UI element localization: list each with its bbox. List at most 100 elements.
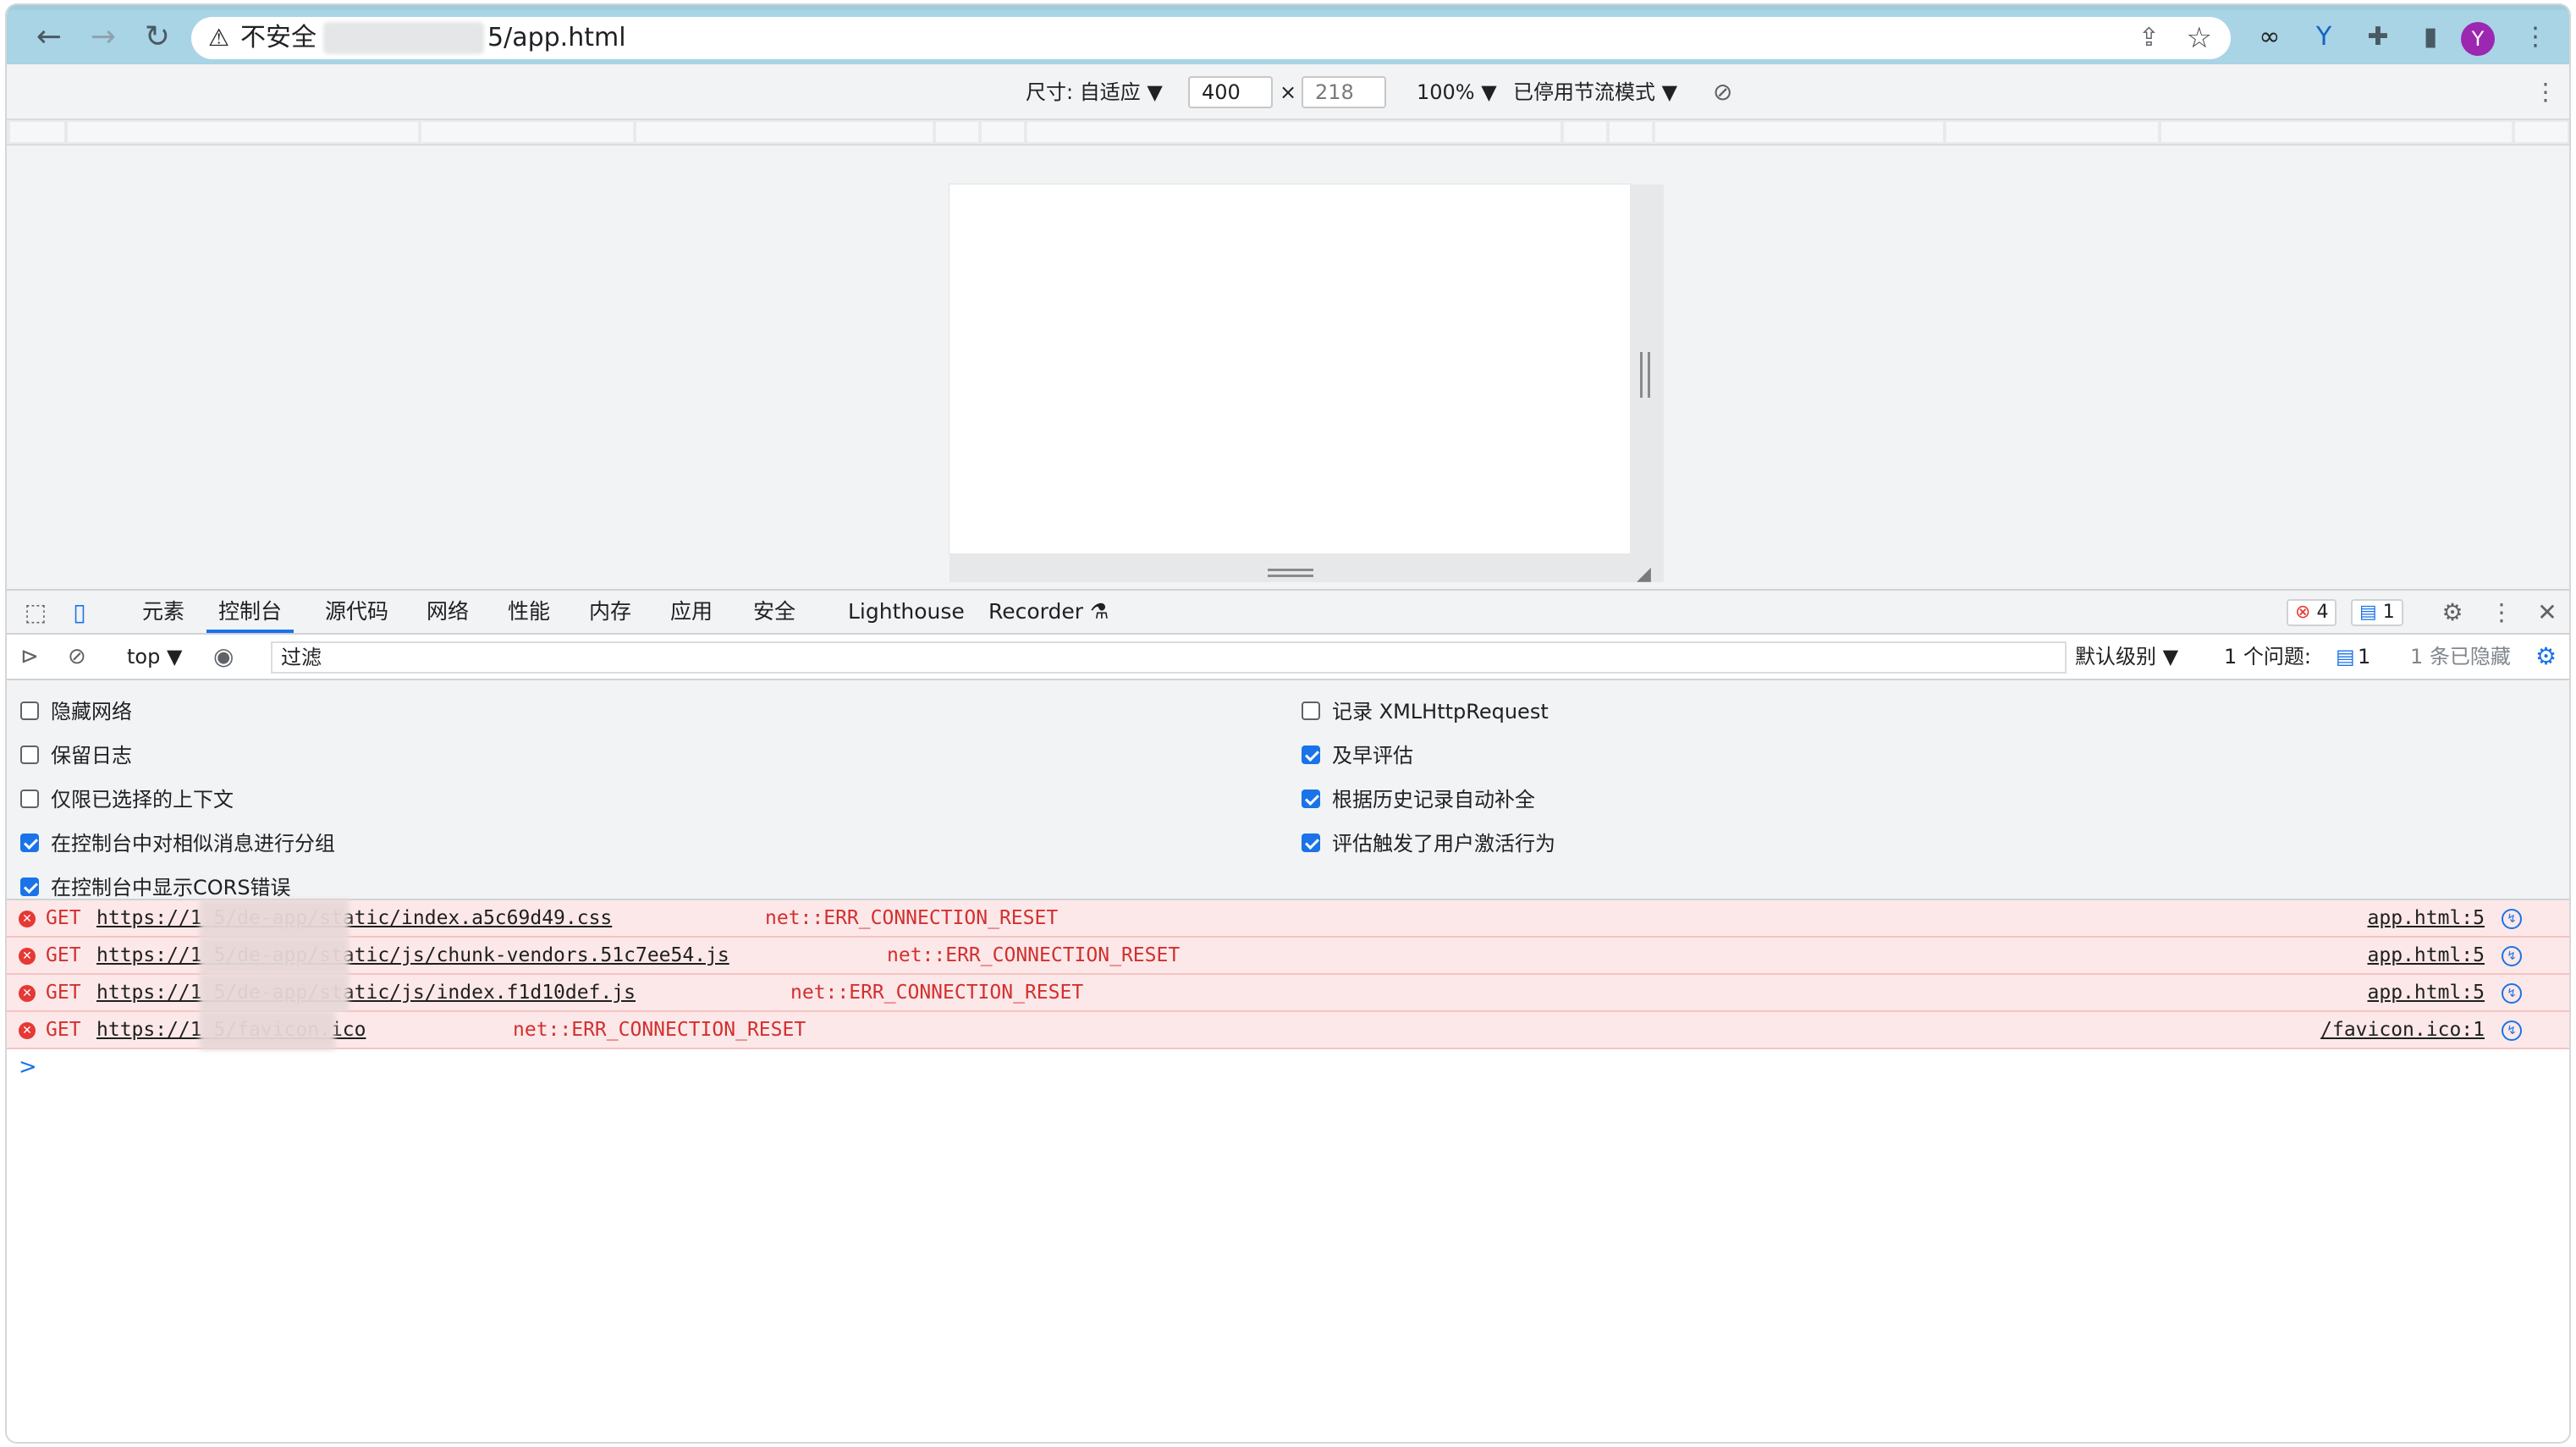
device-toolbar-menu-icon[interactable]: ⋮ [2534,64,2557,120]
checkbox-show-cors-errors[interactable] [20,878,39,896]
console-toolbar: ⊳ ⊘ top ▼ ◉ 过滤 默认级别 ▼ 1 个问题: ▤ 1 1 条已隐藏 … [7,635,2569,680]
zoom-dropdown[interactable]: 100% ▼ [1417,64,1497,120]
context-selector[interactable]: top ▼ [127,635,182,679]
redacted-host [200,937,349,976]
console-error-row: ✕ GET https://1 5/de-app/static/js/index… [7,974,2569,1013]
browser-menu-icon[interactable]: ⋮ [2517,19,2554,56]
live-expression-eye-icon[interactable]: ◉ [213,635,234,679]
console-error-row: ✕ GET https://1 5/de-app/static/index.a5… [7,900,2569,938]
width-input[interactable]: 400 [1188,76,1273,108]
resize-handle-bottom[interactable] [949,553,1630,582]
extension-y-icon[interactable]: Y [2305,19,2342,56]
sidebar-toggle-icon[interactable]: ⊳ [20,635,39,679]
log-level-dropdown[interactable]: 默认级别 ▼ [2075,635,2178,679]
tab-application[interactable]: 应用 [670,591,713,633]
message-count-badge[interactable]: ▤ 1 [2351,599,2403,626]
emulated-page[interactable] [949,184,1630,553]
dimension-separator: × [1280,80,1297,104]
address-bar[interactable]: ⚠ 不安全 5/app.html ⇪ ☆ [191,17,2231,59]
network-request-icon[interactable]: ↯ [2502,1021,2522,1041]
back-icon[interactable]: ← [30,19,68,56]
security-label[interactable]: 不安全 [240,17,316,59]
issues-message-icon[interactable]: ▤ [2336,635,2355,679]
devtools-tab-bar: ⬚ ▯ 元素 控制台 源代码 网络 性能 内存 应用 安全 Lighthouse… [7,589,2569,635]
close-devtools-icon[interactable]: ✕ [2530,596,2564,630]
network-request-icon[interactable]: ↯ [2502,946,2522,966]
network-request-icon[interactable]: ↯ [2502,909,2522,929]
checkbox-log-xhr[interactable] [1302,701,1320,720]
console-filter-input[interactable]: 过滤 [271,641,2067,674]
redacted-host [200,900,349,938]
inspect-element-icon[interactable]: ⬚ [19,596,52,630]
checkbox-selected-context-only[interactable] [20,790,39,808]
extension-infinity-icon[interactable]: ∞ [2251,19,2288,56]
tab-performance[interactable]: 性能 [508,591,550,633]
console-error-row: ✕ GET https://1 5/de-app/static/js/chunk… [7,937,2569,976]
tab-elements[interactable]: 元素 [142,591,184,633]
height-input[interactable]: 218 [1302,76,1386,108]
tab-memory[interactable]: 内存 [589,591,631,633]
settings-gear-icon[interactable]: ⚙ [2436,596,2469,630]
device-toolbar: 尺寸: 自适应 ▼ 400 × 218 100% ▼ 已停用节流模式 ▼ ⊘ ⋮ [7,64,2569,120]
horizontal-grip-icon[interactable] [1268,569,1313,577]
vertical-grip-icon[interactable] [1640,352,1650,398]
console-settings-panel: 隐藏网络 保留日志 仅限已选择的上下文 在控制台中对相似消息进行分组 在控制台中… [7,680,2569,900]
rotate-icon[interactable]: ⊘ [1713,64,1732,120]
tab-recorder[interactable]: Recorder ⚗ [988,591,1109,633]
profile-avatar[interactable]: Y [2461,22,2495,56]
error-source-link[interactable]: app.html:5 [2368,900,2485,936]
issues-label[interactable]: 1 个问题: [2224,635,2311,679]
tab-lighthouse[interactable]: Lighthouse [848,591,965,633]
browser-toolbar: ← → ↻ ⚠ 不安全 5/app.html ⇪ ☆ ∞ Y ✚ ▮ Y ⋮ [7,5,2569,64]
clear-console-icon[interactable]: ⊘ [68,635,86,679]
error-url-link[interactable]: https://1 5/de-app/static/index.a5c69d49… [96,900,612,936]
reload-icon[interactable]: ↻ [139,19,176,56]
console-prompt[interactable]: > [19,1054,37,1080]
tab-security[interactable]: 安全 [753,591,795,633]
device-viewport-area: ◢ [7,146,2569,589]
redacted-host [200,974,349,1013]
bookmark-star-icon[interactable]: ☆ [2187,17,2212,59]
checkbox-eager-evaluation[interactable] [1302,746,1320,764]
share-icon[interactable]: ⇪ [2138,17,2160,59]
error-url-link[interactable]: https://1 5/de-app/static/js/chunk-vendo… [96,938,729,973]
message-icon: ▤ [2359,602,2377,623]
throttle-dropdown[interactable]: 已停用节流模式 ▼ [1513,64,1677,120]
error-icon: ✕ [19,948,36,965]
url-text[interactable]: 5/app.html [487,17,626,59]
corner-resize-icon[interactable]: ◢ [1637,564,1651,585]
tab-network[interactable]: 网络 [427,591,469,633]
error-source-link[interactable]: /favicon.ico:1 [2320,1012,2485,1048]
hidden-messages-label: 1 条已隐藏 [2410,645,2511,668]
checkbox-preserve-log[interactable] [20,746,39,764]
error-source-link[interactable]: app.html:5 [2368,938,2485,973]
error-count-badge[interactable]: ⊗ 4 [2287,599,2337,626]
console-messages: ✕ GET https://1 5/de-app/static/index.a5… [7,900,2569,1050]
browser-window: ← → ↻ ⚠ 不安全 5/app.html ⇪ ☆ ∞ Y ✚ ▮ Y ⋮ 尺… [7,5,2569,1442]
error-icon: ✕ [19,1022,36,1039]
warning-icon: ⚠ [208,24,230,52]
redacted-host [200,1011,335,1050]
checkbox-group-similar[interactable] [20,834,39,852]
console-settings-gear-icon[interactable]: ⚙ [2535,635,2557,679]
console-error-row: ✕ GET https://1 5/favicon.ico net::ERR_C… [7,1011,2569,1050]
error-icon: ⊗ [2295,602,2311,623]
redacted-host [323,22,484,54]
devtools-menu-icon[interactable]: ⋮ [2485,596,2518,630]
checkbox-user-activation[interactable] [1302,834,1320,852]
tab-console[interactable]: 控制台 [206,591,294,633]
device-size-dropdown[interactable]: 尺寸: 自适应 ▼ [1026,64,1163,120]
forward-icon[interactable]: → [85,19,122,56]
error-icon: ✕ [19,985,36,1002]
device-toggle-icon[interactable]: ▯ [63,596,96,630]
media-query-ruler[interactable] [7,120,2569,146]
extensions-puzzle-icon[interactable]: ✚ [2359,19,2397,56]
error-url-link[interactable]: https://1 5/de-app/static/js/index.f1d10… [96,975,636,1010]
tab-sources[interactable]: 源代码 [325,591,388,633]
side-panel-icon[interactable]: ▮ [2412,19,2449,56]
issues-count[interactable]: 1 [2358,635,2370,679]
network-request-icon[interactable]: ↯ [2502,983,2522,1004]
checkbox-hide-network[interactable] [20,701,39,720]
error-source-link[interactable]: app.html:5 [2368,975,2485,1010]
checkbox-autocomplete-history[interactable] [1302,790,1320,808]
